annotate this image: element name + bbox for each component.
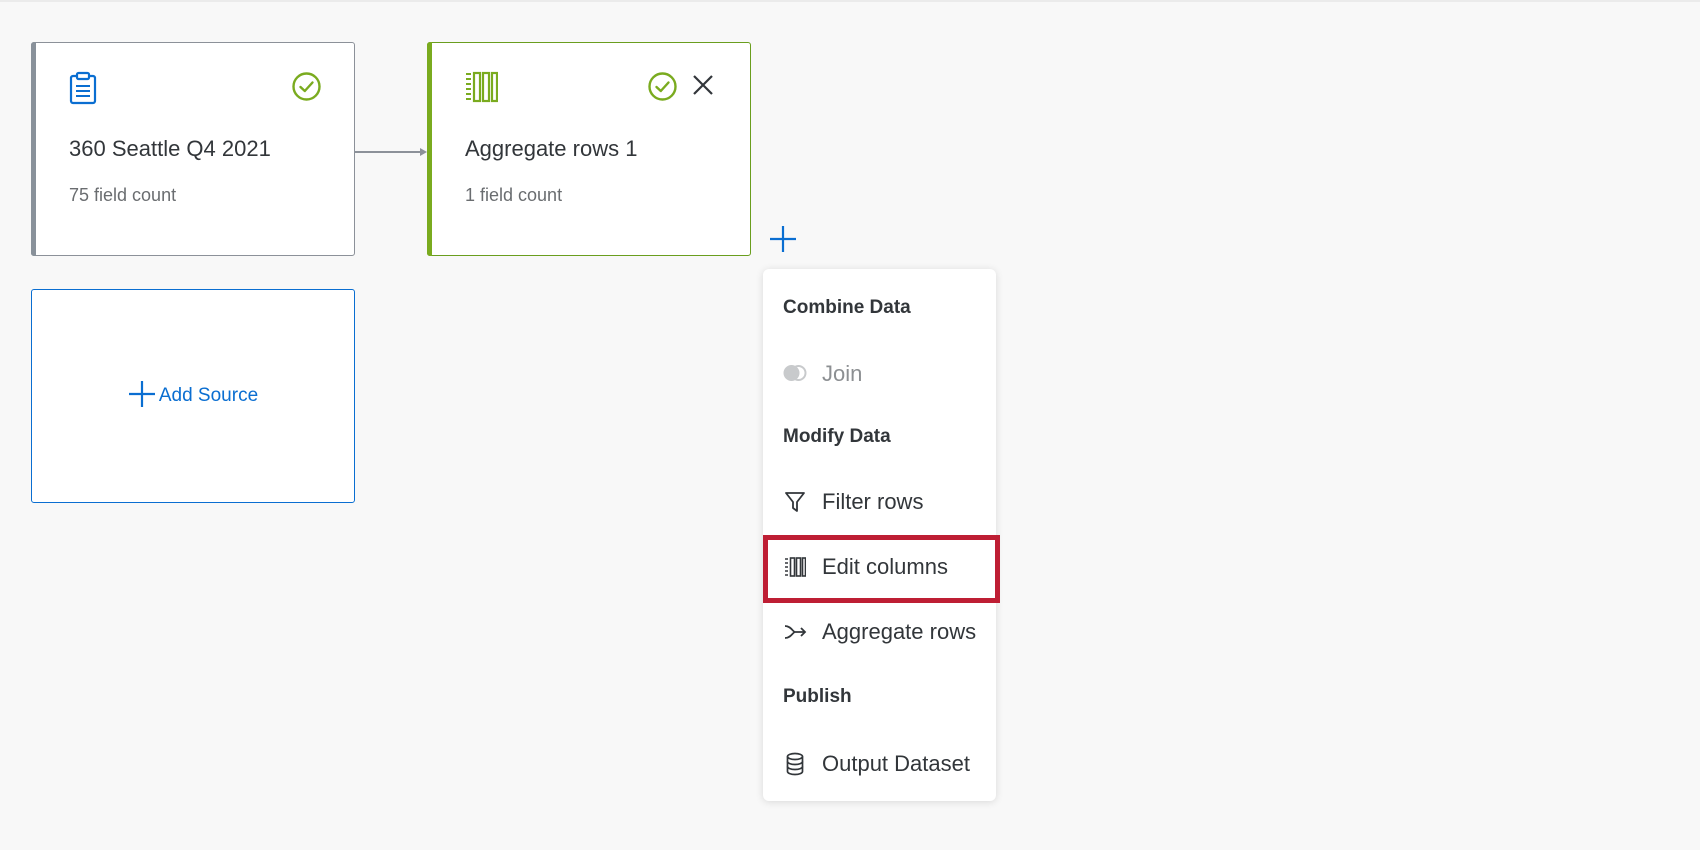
menu-item-label: Edit columns bbox=[822, 554, 948, 579]
check-circle-icon bbox=[291, 71, 322, 107]
close-icon[interactable] bbox=[690, 72, 716, 103]
edit-columns-icon bbox=[783, 555, 807, 579]
clipboard-icon bbox=[68, 71, 98, 110]
menu-section-modify-data: Modify Data bbox=[783, 426, 891, 447]
node-field-count: 1 field count bbox=[465, 185, 563, 205]
menu-item-label: Filter rows bbox=[822, 489, 924, 514]
menu-section-combine-data: Combine Data bbox=[783, 297, 911, 318]
menu-item-label: Aggregate rows bbox=[822, 619, 977, 644]
node-accent-bar bbox=[427, 42, 432, 256]
top-divider bbox=[0, 0, 1700, 2]
node-accent-bar bbox=[31, 42, 36, 256]
menu-item-label: Output Dataset bbox=[822, 751, 970, 776]
edit-columns-icon bbox=[464, 71, 499, 109]
menu-section-publish: Publish bbox=[783, 686, 852, 707]
node-title: 360 Seattle Q4 2021 bbox=[69, 136, 271, 161]
menu-item-edit-columns[interactable]: Edit columns bbox=[763, 537, 996, 597]
aggregate-icon bbox=[783, 620, 807, 644]
add-step-menu: Combine Data Join Modify Data Filter row… bbox=[763, 269, 996, 801]
funnel-icon bbox=[783, 490, 807, 514]
plus-icon bbox=[128, 380, 156, 413]
node-title: Aggregate rows 1 bbox=[465, 136, 638, 161]
source-node[interactable]: 360 Seattle Q4 2021 75 field count bbox=[31, 42, 355, 256]
aggregate-node[interactable]: Aggregate rows 1 1 field count bbox=[427, 42, 751, 256]
add-source-label: Add Source bbox=[158, 385, 259, 406]
add-step-plus-icon[interactable] bbox=[769, 225, 797, 258]
node-field-count: 75 field count bbox=[69, 185, 177, 205]
add-source-button[interactable]: Add Source bbox=[31, 289, 355, 503]
database-icon bbox=[783, 752, 807, 776]
connector-arrow bbox=[355, 148, 427, 156]
check-circle-icon bbox=[647, 71, 678, 107]
join-icon bbox=[783, 362, 807, 386]
menu-item-label: Join bbox=[822, 361, 863, 386]
menu-item-aggregate-rows[interactable]: Aggregate rows bbox=[763, 602, 996, 662]
menu-item-filter-rows[interactable]: Filter rows bbox=[763, 472, 996, 532]
menu-item-join[interactable]: Join bbox=[763, 344, 996, 404]
menu-item-output-dataset[interactable]: Output Dataset bbox=[763, 734, 996, 794]
